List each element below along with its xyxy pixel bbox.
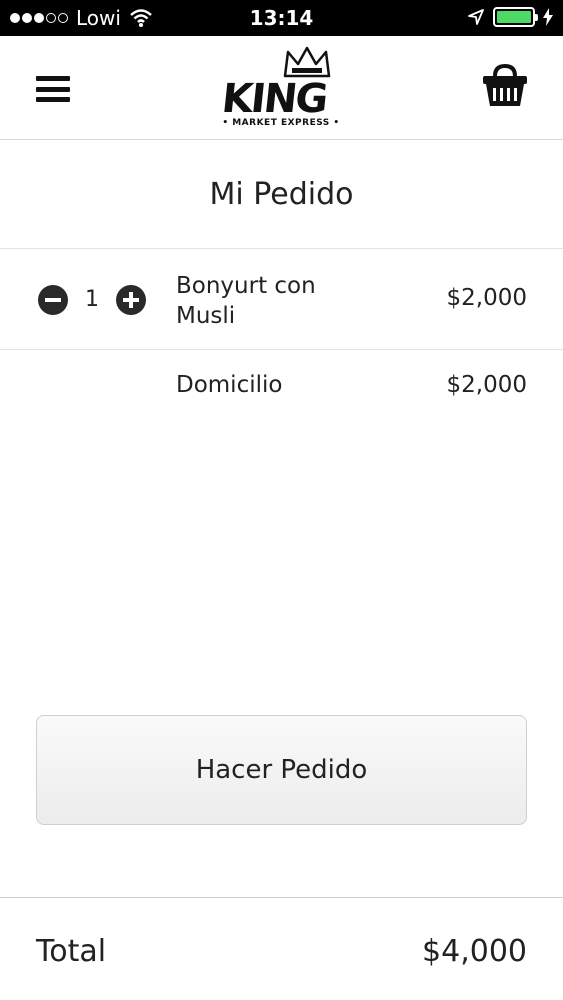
delivery-price: $2,000	[446, 372, 527, 398]
decrease-quantity-icon[interactable]	[38, 285, 68, 315]
increase-quantity-icon[interactable]	[116, 285, 146, 315]
crown-icon	[283, 46, 331, 78]
charging-bolt-icon	[543, 8, 553, 26]
item-quantity: 1	[85, 287, 99, 312]
location-arrow-icon	[468, 9, 484, 25]
app-header: KING • MARKET EXPRESS •	[0, 36, 563, 140]
hamburger-menu-icon[interactable]	[36, 76, 70, 102]
total-bar: Total $4,000	[0, 897, 563, 1000]
delivery-label: Domicilio	[176, 372, 283, 398]
total-value: $4,000	[422, 934, 527, 969]
status-indicators	[467, 7, 553, 27]
logo-subtitle: • MARKET EXPRESS •	[222, 118, 340, 128]
king-market-express-logo: KING • MARKET EXPRESS •	[218, 46, 348, 132]
logo-title: KING	[219, 76, 329, 122]
battery-icon	[493, 7, 538, 27]
item-price: $2,000	[446, 285, 527, 311]
total-label: Total	[36, 934, 107, 969]
page-title: Mi Pedido	[0, 140, 563, 249]
order-item-row: 1 Bonyurt con Musli $2,000	[0, 249, 563, 350]
place-order-button[interactable]: Hacer Pedido	[36, 715, 527, 825]
status-bar: Lowi 13:14	[0, 0, 563, 36]
basket-icon[interactable]	[481, 64, 529, 108]
item-name: Bonyurt con Musli	[176, 273, 316, 329]
